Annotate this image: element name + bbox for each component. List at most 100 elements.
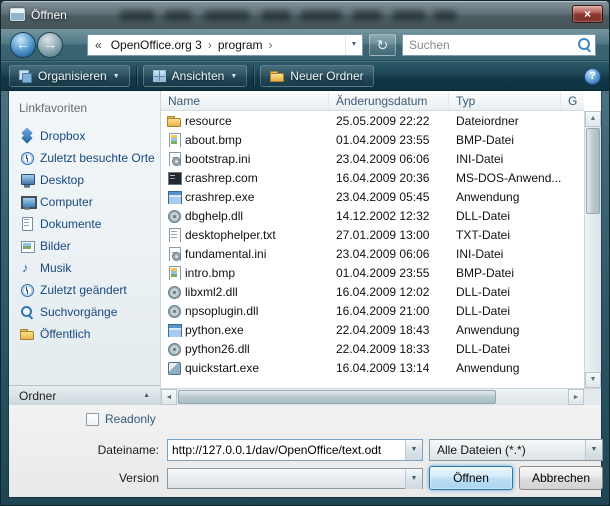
scroll-down-icon[interactable]: ▼ (585, 372, 601, 388)
file-date: 22.04.2009 18:33 (329, 342, 449, 356)
column-header-date[interactable]: Änderungsdatum (329, 91, 449, 110)
version-dropdown-icon[interactable]: ▼ (405, 469, 422, 489)
cancel-button[interactable]: Abbrechen (519, 466, 603, 490)
title-bar[interactable]: Öffnen × (1, 1, 609, 29)
back-button[interactable]: ← (10, 32, 36, 58)
file-date: 23.04.2009 06:06 (329, 152, 449, 166)
sidebar-item-pictures[interactable]: Bilder (9, 235, 160, 257)
sidebar-item-music[interactable]: Musik (9, 257, 160, 279)
forward-button[interactable]: → (37, 32, 63, 58)
titlebar-glass-smudge (300, 10, 342, 21)
help-button[interactable]: ? (584, 68, 601, 85)
documents-icon (20, 217, 34, 231)
organize-button[interactable]: Organisieren ▼ (9, 65, 130, 87)
search-icon[interactable] (575, 35, 595, 55)
sidebar-item-searches[interactable]: Suchvorgänge (9, 301, 160, 323)
new-folder-button[interactable]: Neuer Ordner (260, 65, 373, 87)
views-button[interactable]: Ansichten ▼ (143, 65, 248, 87)
readonly-checkbox[interactable] (86, 413, 99, 426)
recent-changes-icon (20, 283, 34, 297)
chevron-up-icon: ▲ (143, 392, 150, 399)
breadcrumb-dropdown-icon[interactable]: ▼ (345, 35, 362, 55)
file-name: npsoplugin.dll (185, 304, 258, 318)
breadcrumb-segment[interactable]: program (214, 38, 267, 52)
table-row[interactable]: intro.bmp 01.04.2009 23:55 BMP-Datei (161, 263, 584, 282)
table-row[interactable]: libxml2.dll 16.04.2009 12:02 DLL-Datei (161, 282, 584, 301)
folders-label: Ordner (19, 389, 56, 403)
scroll-right-icon[interactable]: ► (568, 389, 584, 405)
breadcrumb-overflow-chevron[interactable]: « (88, 38, 107, 52)
file-type: INI-Datei (449, 152, 561, 166)
command-toolbar: Organisieren ▼ Ansichten ▼ Neuer Ordner … (1, 61, 609, 91)
filename-dropdown-icon[interactable]: ▼ (405, 440, 422, 460)
file-name: python.exe (185, 323, 244, 337)
file-date: 16.04.2009 13:14 (329, 361, 449, 375)
file-date: 23.04.2009 06:06 (329, 247, 449, 261)
refresh-button[interactable]: ↻ (369, 34, 396, 56)
file-date: 23.04.2009 05:45 (329, 190, 449, 204)
computer-icon (20, 195, 34, 209)
sidebar-item-label: Dokumente (40, 217, 101, 231)
horizontal-scroll-thumb[interactable] (178, 390, 496, 404)
sidebar-item-label: Öffentlich (40, 327, 90, 341)
breadcrumb-segment[interactable]: OpenOffice.org 3 (107, 38, 206, 52)
sidebar-item-computer[interactable]: Computer (9, 191, 160, 213)
file-name: quickstart.exe (185, 361, 259, 375)
scrollbar-corner (584, 389, 601, 405)
sidebar-item-dropbox[interactable]: Dropbox (9, 125, 160, 147)
toolbar-separator (136, 66, 137, 86)
sidebar-item-label: Musik (40, 261, 71, 275)
chevron-down-icon: ▼ (230, 73, 237, 80)
column-header-name[interactable]: Name (161, 91, 329, 110)
desktop-icon (20, 173, 34, 187)
scroll-left-icon[interactable]: ◄ (161, 389, 177, 405)
table-row[interactable]: python.exe 22.04.2009 18:43 Anwendung (161, 320, 584, 339)
table-row[interactable]: bootstrap.ini 23.04.2009 06:06 INI-Datei (161, 149, 584, 168)
readonly-option[interactable]: Readonly (86, 412, 156, 426)
table-row[interactable]: resource 25.05.2009 22:22 Dateiordner (161, 111, 584, 130)
filetype-select[interactable]: Alle Dateien (*.*) ▼ (429, 439, 603, 461)
table-row[interactable]: npsoplugin.dll 16.04.2009 21:00 DLL-Date… (161, 301, 584, 320)
file-type: DLL-Datei (449, 342, 561, 356)
folders-expander[interactable]: Ordner ▲ (9, 385, 160, 405)
breadcrumb[interactable]: « OpenOffice.org 3 › program › ▼ (87, 34, 363, 56)
file-type: Dateiordner (449, 114, 561, 128)
table-row[interactable]: about.bmp 01.04.2009 23:55 BMP-Datei (161, 130, 584, 149)
sidebar-item-recently-changed[interactable]: Zuletzt geändert (9, 279, 160, 301)
bmp-file-icon (167, 133, 181, 147)
file-list: Name Änderungsdatum Typ G resource 25.05… (161, 91, 601, 405)
table-row[interactable]: fundamental.ini 23.04.2009 06:06 INI-Dat… (161, 244, 584, 263)
column-header-size[interactable]: G (561, 91, 584, 110)
search-input[interactable] (403, 38, 575, 52)
sidebar-item-label: Suchvorgänge (40, 305, 117, 319)
dll-file-icon (167, 209, 181, 223)
table-row[interactable]: quickstart.exe 16.04.2009 13:14 Anwendun… (161, 358, 584, 377)
vertical-scrollbar[interactable]: ▲ ▼ (584, 111, 601, 388)
horizontal-scrollbar[interactable]: ◄ ► (161, 388, 601, 405)
sidebar-item-recent-places[interactable]: Zuletzt besuchte Orte (9, 147, 160, 169)
file-type: Anwendung (449, 323, 561, 337)
open-button[interactable]: Öffnen (429, 466, 513, 490)
table-row[interactable]: crashrep.com 16.04.2009 20:36 MS-DOS-Anw… (161, 168, 584, 187)
scroll-up-icon[interactable]: ▲ (585, 111, 601, 127)
column-header-type[interactable]: Typ (449, 91, 561, 110)
table-row[interactable]: crashrep.exe 23.04.2009 05:45 Anwendung (161, 187, 584, 206)
table-row[interactable]: dbghelp.dll 14.12.2002 12:32 DLL-Datei (161, 206, 584, 225)
sidebar-item-documents[interactable]: Dokumente (9, 213, 160, 235)
application-file-icon (167, 190, 181, 204)
ini-file-icon (167, 247, 181, 261)
titlebar-glass-smudge (433, 10, 457, 21)
table-row[interactable]: python26.dll 22.04.2009 18:33 DLL-Datei (161, 339, 584, 358)
close-button[interactable]: × (572, 5, 603, 23)
sidebar-item-label: Zuletzt geändert (40, 283, 127, 297)
vertical-scroll-thumb[interactable] (586, 128, 600, 214)
sidebar-item-public[interactable]: Öffentlich (9, 323, 160, 345)
filetype-dropdown-icon[interactable]: ▼ (585, 440, 602, 460)
file-type: DLL-Datei (449, 209, 561, 223)
table-row[interactable]: desktophelper.txt 27.01.2009 13:00 TXT-D… (161, 225, 584, 244)
txt-file-icon (167, 228, 181, 242)
filename-input[interactable] (168, 440, 405, 460)
version-select[interactable]: ▼ (167, 468, 423, 489)
sidebar-item-desktop[interactable]: Desktop (9, 169, 160, 191)
dialog-icon (10, 8, 25, 21)
